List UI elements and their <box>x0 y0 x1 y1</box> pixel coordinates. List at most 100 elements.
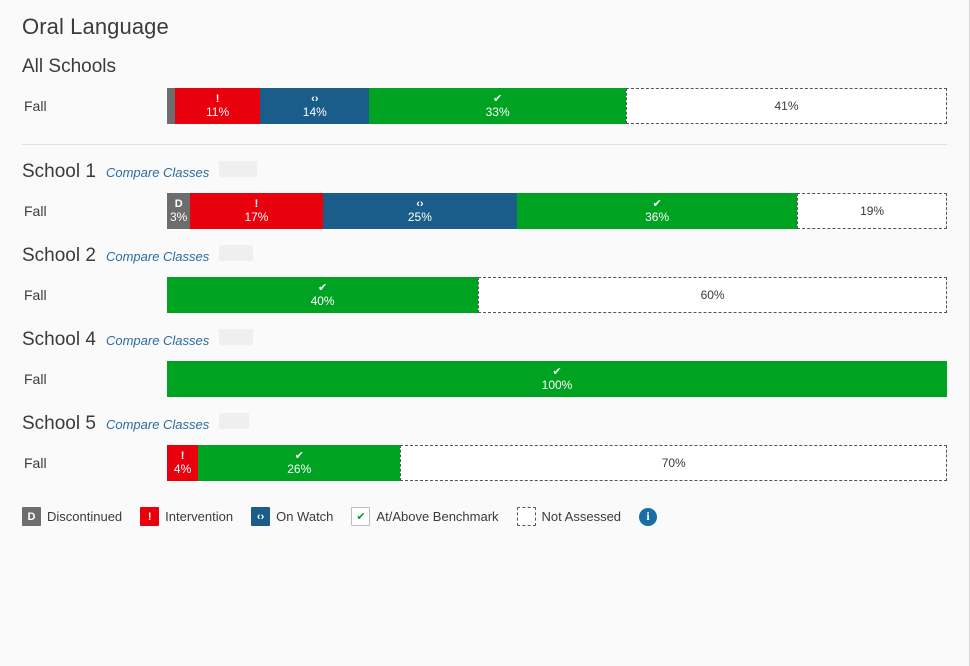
school-group: School 2 Compare Classes Fall ✔ 40% 60% <box>0 229 969 313</box>
chart-row: Fall! 11% ‹› 14% ✔ 33% 41% <box>22 88 947 124</box>
group-name: School 4 <box>22 329 96 350</box>
bar-segment-intervention[interactable]: ! 17% <box>190 193 323 229</box>
page-title: Oral Language <box>22 14 169 39</box>
compare-classes-link[interactable]: Compare Classes <box>106 165 209 180</box>
segment-glyph: ✔ <box>317 281 328 294</box>
legend-label: Intervention <box>165 509 234 524</box>
bar-segment-onwatch[interactable]: ‹› 25% <box>322 193 518 229</box>
legend-label: At/Above Benchmark <box>376 509 499 524</box>
legend-item-onwatch: ‹› On Watch <box>251 507 333 526</box>
segment-percent: 11% <box>206 105 230 119</box>
bar-segment-benchmark[interactable]: ✔ 26% <box>198 445 401 481</box>
segment-percent: 100% <box>541 378 573 392</box>
stacked-bar: ✔ 40% 60% <box>167 277 947 313</box>
legend: D Discontinued! Intervention ‹› On Watch ✔ At/… <box>0 507 969 526</box>
stacked-bar: ✔ 100% <box>167 361 947 397</box>
segment-glyph: ‹› <box>416 198 424 210</box>
stacked-bar: ! 11% ‹› 14% ✔ 33% 41% <box>167 88 947 124</box>
group-name: All Schools <box>22 56 116 77</box>
school-group: School 1 Compare Classes Fall D 3%! 17% ‹› 25% ✔… <box>0 145 969 229</box>
segment-percent: 26% <box>287 462 312 476</box>
school-group: All Schools Fall! 11% ‹› 14% ✔ 33% 41% <box>0 40 969 124</box>
segment-glyph: ✔ <box>552 365 562 378</box>
stacked-bar: ! 4% ✔ 26% 70% <box>167 445 947 481</box>
school-group: School 4 Compare Classes Fall ✔ 100% <box>0 313 969 397</box>
segment-glyph: ‹› <box>311 93 319 105</box>
bar-segment-intervention[interactable]: ! 11% <box>174 88 261 124</box>
segment-glyph: ! <box>180 450 185 462</box>
segment-percent: 17% <box>244 210 269 224</box>
intervention-icon: ! <box>140 507 160 526</box>
group-name: School 1 <box>22 161 96 182</box>
group-header: All Schools <box>22 40 947 78</box>
bar-segment-notassessed[interactable]: 60% <box>478 277 947 313</box>
group-header: School 5 Compare Classes <box>22 397 947 435</box>
bar-segment-benchmark[interactable]: ✔ 36% <box>517 193 798 229</box>
segment-glyph: D <box>174 198 183 210</box>
segment-glyph: ! <box>215 93 220 105</box>
row-label: Fall <box>24 287 47 303</box>
placeholder-block <box>219 413 250 429</box>
onwatch-icon: ‹› <box>251 507 271 526</box>
row-label: Fall <box>24 203 47 219</box>
segment-percent: 33% <box>485 105 510 119</box>
row-label: Fall <box>24 371 47 387</box>
group-header: School 1 Compare Classes <box>22 145 947 183</box>
row-label: Fall <box>24 98 47 114</box>
segment-glyph: ! <box>254 198 259 210</box>
segment-percent: 36% <box>645 210 670 224</box>
compare-classes-link[interactable]: Compare Classes <box>106 333 209 348</box>
compare-classes-link[interactable]: Compare Classes <box>106 417 209 432</box>
row-label: Fall <box>24 455 47 471</box>
group-name: School 5 <box>22 413 96 434</box>
segment-glyph: ✔ <box>652 197 662 210</box>
segment-percent: 40% <box>310 294 335 308</box>
bar-segment-benchmark[interactable]: ✔ 33% <box>369 88 627 124</box>
chart-row: Fall! 4% ✔ 26% 70% <box>22 445 947 481</box>
school-group: School 5 Compare Classes Fall! 4% ✔ 26% 70% <box>0 397 969 481</box>
bar-segment-benchmark[interactable]: ✔ 100% <box>167 361 947 397</box>
placeholder-block <box>219 329 254 345</box>
discontinued-icon: D <box>22 507 41 526</box>
chart-row: Fall ✔ 40% 60% <box>22 277 947 313</box>
info-icon[interactable]: i <box>639 507 658 526</box>
legend-label: Discontinued <box>47 509 123 524</box>
group-name: School 2 <box>22 245 96 266</box>
compare-classes-link[interactable]: Compare Classes <box>106 249 209 264</box>
segment-percent: 14% <box>302 105 327 119</box>
segment-percent: 19% <box>860 203 885 218</box>
legend-item-discontinued: D Discontinued <box>22 507 122 526</box>
notassessed-icon <box>516 507 536 526</box>
report-page: Oral Language All Schools Fall! 11% ‹› 14% ✔ 3… <box>0 0 970 666</box>
bar-segment-onwatch[interactable]: ‹› 14% <box>260 88 370 124</box>
segment-percent: 41% <box>774 98 799 113</box>
group-header: School 2 Compare Classes <box>22 229 947 267</box>
bar-segment-discontinued[interactable]: D 3% <box>167 193 191 229</box>
benchmark-icon: ✔ <box>351 507 371 526</box>
group-header: School 4 Compare Classes <box>22 313 947 351</box>
segment-percent: 3% <box>170 210 188 224</box>
segment-percent: 60% <box>700 287 725 302</box>
placeholder-block <box>219 245 254 261</box>
legend-label: On Watch <box>276 509 334 524</box>
chart-row: Fall ✔ 100% <box>22 361 947 397</box>
stacked-bar: D 3%! 17% ‹› 25% ✔ 36% 19% <box>167 193 947 229</box>
legend-item-benchmark: ✔ At/Above Benchmark <box>351 507 499 526</box>
group-list: All Schools Fall! 11% ‹› 14% ✔ 33% 41% School 1C… <box>0 40 969 481</box>
bar-segment-discontinued[interactable] <box>167 88 175 124</box>
legend-item-intervention: ! Intervention <box>140 507 233 526</box>
bar-segment-benchmark[interactable]: ✔ 40% <box>167 277 479 313</box>
chart-row: Fall D 3%! 17% ‹› 25% ✔ 36% 19% <box>22 193 947 229</box>
bar-segment-notassessed[interactable]: 19% <box>797 193 947 229</box>
segment-glyph: ✔ <box>493 92 503 105</box>
segment-percent: 4% <box>173 462 192 476</box>
segment-percent: 25% <box>407 210 432 224</box>
legend-label: Not Assessed <box>541 509 622 524</box>
placeholder-block <box>219 161 258 177</box>
bar-segment-intervention[interactable]: ! 4% <box>167 445 199 481</box>
segment-glyph: ✔ <box>294 449 304 462</box>
bar-segment-notassessed[interactable]: 41% <box>626 88 947 124</box>
segment-percent: 70% <box>661 455 686 470</box>
bar-segment-notassessed[interactable]: 70% <box>400 445 947 481</box>
legend-item-notassessed: Not Assessed <box>516 507 622 526</box>
